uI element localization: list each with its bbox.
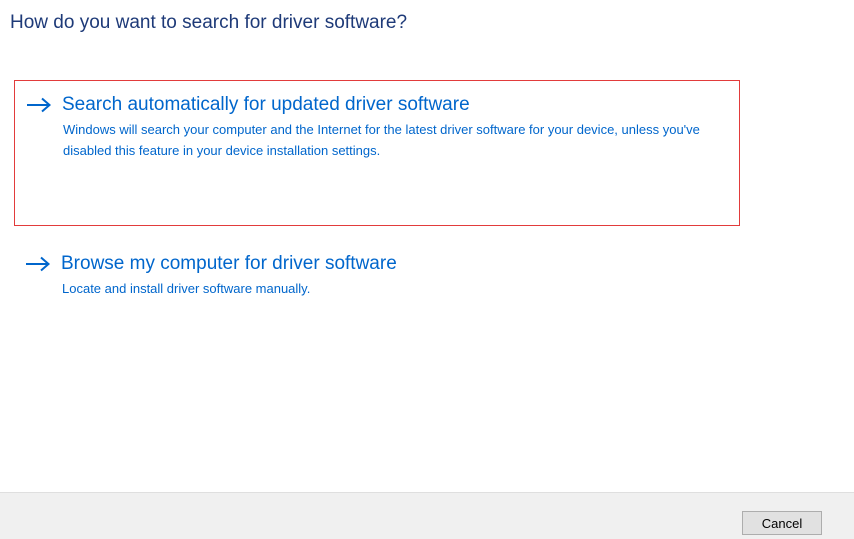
page-title: How do you want to search for driver sof… bbox=[10, 12, 408, 33]
arrow-right-icon bbox=[26, 256, 51, 272]
option-description: Windows will search your computer and th… bbox=[63, 122, 700, 158]
option-header: Search automatically for updated driver … bbox=[26, 93, 739, 117]
arrow-right-icon bbox=[27, 97, 52, 113]
option-description: Locate and install driver software manua… bbox=[62, 281, 311, 296]
cancel-button[interactable]: Cancel bbox=[742, 511, 822, 535]
option-header: Browse my computer for driver software bbox=[25, 252, 740, 276]
dialog-footer: Cancel bbox=[0, 492, 854, 539]
option-title: Browse my computer for driver software bbox=[61, 253, 397, 274]
browse-computer-option[interactable]: Browse my computer for driver software L… bbox=[14, 242, 740, 312]
option-title: Search automatically for updated driver … bbox=[62, 94, 470, 115]
search-automatically-option[interactable]: Search automatically for updated driver … bbox=[14, 80, 740, 226]
